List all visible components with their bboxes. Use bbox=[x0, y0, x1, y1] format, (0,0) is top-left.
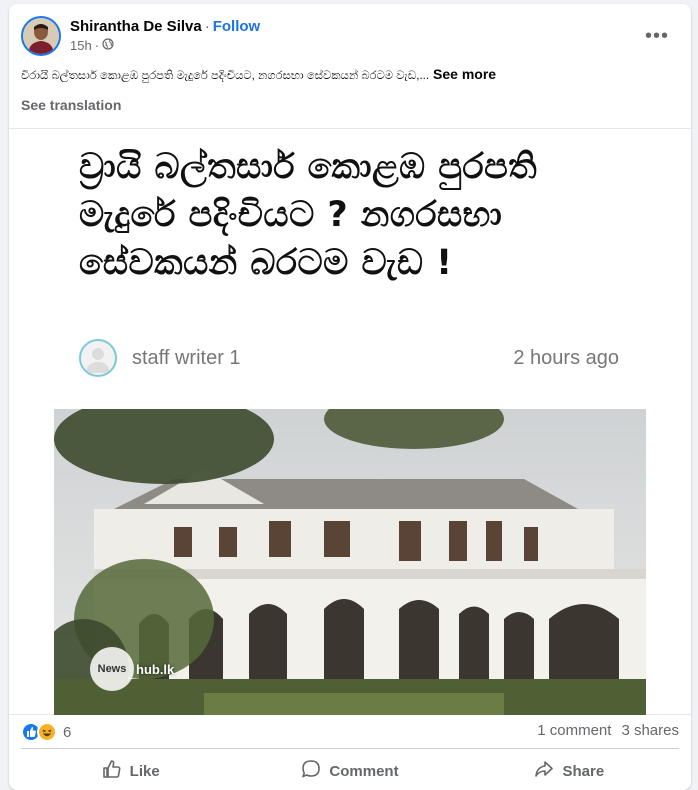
reactions-summary[interactable]: 6 bbox=[21, 722, 71, 742]
post-time[interactable]: 15h bbox=[70, 38, 92, 54]
see-translation-link[interactable]: See translation bbox=[21, 97, 121, 113]
author-line: Shirantha De Silva · Follow bbox=[70, 17, 260, 36]
comment-icon bbox=[301, 759, 321, 783]
post-text: විරායි බල්තසාර් කොළඹ පුරපති මැදුරේ පදිංච… bbox=[21, 64, 679, 86]
article-time: 2 hours ago bbox=[513, 347, 619, 369]
globe-icon[interactable] bbox=[102, 38, 114, 54]
post-card: Shirantha De Silva · Follow 15h · ••• විරා… bbox=[9, 4, 691, 790]
more-options-button[interactable]: ••• bbox=[643, 22, 671, 50]
like-label: Like bbox=[129, 762, 160, 780]
article-writer: staff writer 1 bbox=[132, 347, 241, 369]
comment-label: Comment bbox=[329, 762, 399, 780]
post-stats: 6 1 comment 3 shares bbox=[21, 720, 679, 744]
comments-count[interactable]: 1 comment bbox=[537, 722, 611, 739]
engagement-counts: 1 comment 3 shares bbox=[537, 722, 679, 739]
reaction-count: 6 bbox=[63, 723, 72, 741]
article-headline: ව්‍රායි බල්තසාර් කොළඹ පුරපති මැදුරේ පදිං… bbox=[79, 147, 538, 283]
watermark-text: hub.lk bbox=[136, 661, 175, 677]
post-meta: 15h · bbox=[70, 38, 114, 54]
meta-separator: · bbox=[94, 38, 100, 53]
share-label: Share bbox=[562, 762, 605, 780]
share-icon bbox=[534, 759, 554, 783]
see-more-link[interactable]: See more bbox=[433, 66, 496, 82]
watermark-circle: News bbox=[90, 647, 134, 691]
newshub-watermark: News hub.lk bbox=[90, 647, 174, 691]
post-header: Shirantha De Silva · Follow 15h · ••• bbox=[21, 16, 679, 60]
comment-button[interactable]: Comment bbox=[240, 753, 459, 789]
action-bar: Like Comment Share bbox=[21, 748, 679, 784]
author-name[interactable]: Shirantha De Silva bbox=[70, 18, 202, 35]
share-button[interactable]: Share bbox=[460, 753, 679, 789]
shares-count[interactable]: 3 shares bbox=[621, 722, 679, 739]
post-body: විරායි බල්තසාර් කොළඹ පුරපති මැදුරේ පදිංච… bbox=[21, 70, 430, 82]
writer-avatar-icon bbox=[79, 339, 117, 377]
like-button[interactable]: Like bbox=[21, 753, 240, 789]
name-separator: · bbox=[204, 18, 210, 35]
follow-button[interactable]: Follow bbox=[213, 18, 261, 35]
author-avatar[interactable] bbox=[21, 16, 61, 56]
haha-icon bbox=[37, 722, 57, 742]
building-photo: News hub.lk bbox=[54, 409, 646, 715]
thumbs-up-icon bbox=[102, 759, 122, 783]
shared-image[interactable]: ව්‍රායි බල්තසාර් කොළඹ පුරපති මැදුරේ පදිං… bbox=[9, 128, 691, 715]
